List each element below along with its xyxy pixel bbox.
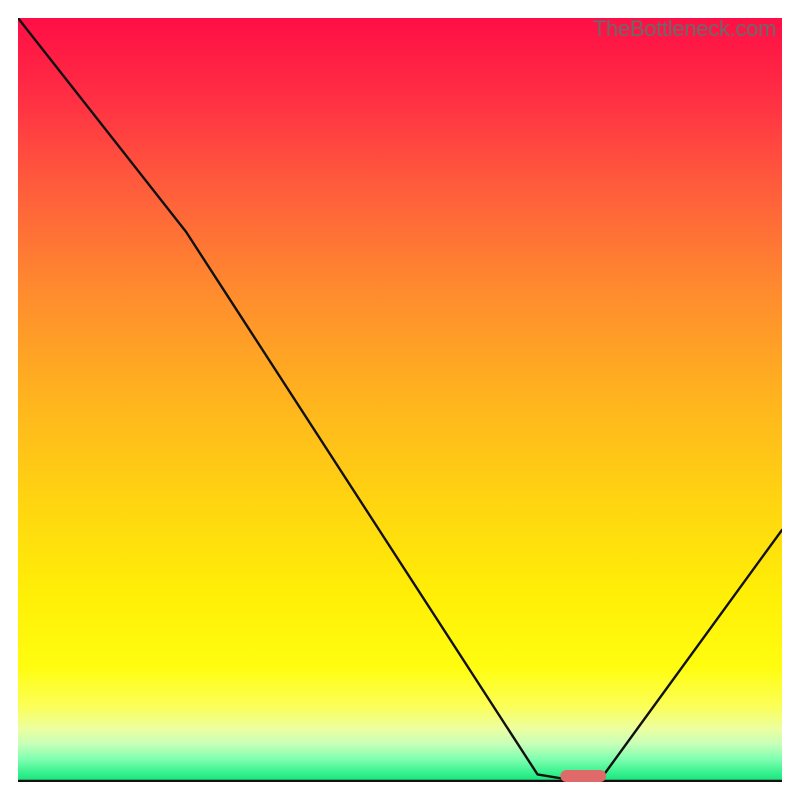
optimal-range-marker: [560, 770, 606, 782]
bottleneck-curve: [18, 18, 782, 782]
plot-area: TheBottleneck.com: [18, 18, 782, 782]
curve-layer: [18, 18, 782, 782]
attribution-label: TheBottleneck.com: [593, 16, 776, 42]
bottleneck-chart: TheBottleneck.com: [0, 0, 800, 800]
